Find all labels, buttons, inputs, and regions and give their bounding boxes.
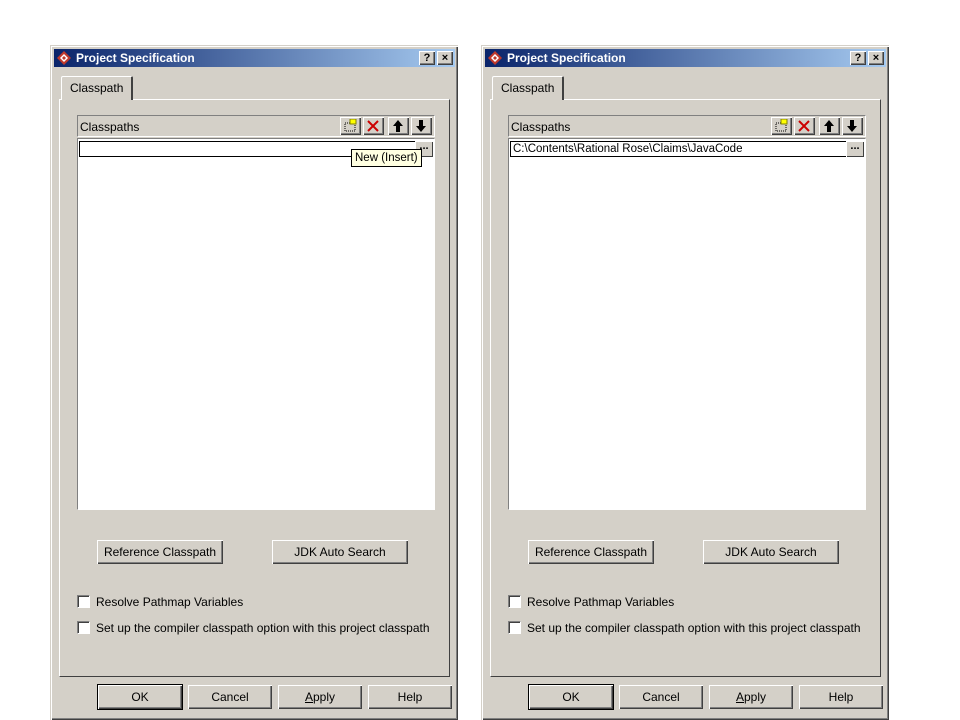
title-bar[interactable]: Project Specification ? ×: [485, 49, 886, 67]
move-up-button[interactable]: [388, 117, 409, 135]
delete-button[interactable]: [363, 117, 384, 135]
classpaths-header: Classpaths: [77, 115, 435, 137]
move-down-button[interactable]: [411, 117, 432, 135]
apply-button[interactable]: Apply: [709, 685, 793, 709]
classpaths-label: Classpaths: [80, 120, 140, 134]
apply-label: pply: [744, 690, 767, 704]
classpaths-header: Classpaths: [508, 115, 866, 137]
classpaths-label: Classpaths: [511, 120, 571, 134]
jdk-auto-search-button[interactable]: JDK Auto Search: [272, 540, 408, 564]
delete-icon: [798, 120, 810, 132]
move-down-button[interactable]: [842, 117, 863, 135]
arrow-down-icon: [847, 120, 857, 132]
help-title-button[interactable]: ?: [419, 51, 435, 65]
ok-button[interactable]: OK: [529, 685, 613, 709]
app-icon: [57, 51, 71, 65]
apply-mnemonic: A: [304, 690, 313, 704]
project-specification-dialog: Project Specification ? × Classpath Clas…: [50, 45, 458, 720]
close-button[interactable]: ×: [868, 51, 884, 65]
apply-button[interactable]: Apply: [278, 685, 362, 709]
help-button[interactable]: Help: [368, 685, 452, 709]
tab-classpath[interactable]: Classpath: [492, 76, 565, 100]
app-icon: [488, 51, 502, 65]
cancel-button[interactable]: Cancel: [619, 685, 703, 709]
classpath-list[interactable]: C:\Contents\Rational Rose\Claims\JavaCod…: [508, 138, 866, 510]
classpath-list[interactable]: ...: [77, 138, 435, 510]
tooltip: New (Insert): [351, 149, 422, 167]
new-insert-button[interactable]: [771, 117, 792, 135]
new-insert-button[interactable]: [340, 117, 361, 135]
new-item-icon: [775, 119, 788, 132]
browse-button[interactable]: ...: [846, 141, 864, 157]
project-specification-dialog: Project Specification ? × Classpath Clas…: [481, 45, 889, 720]
compiler-classpath-label: Set up the compiler classpath option wit…: [96, 621, 430, 635]
arrow-down-icon: [416, 120, 426, 132]
compiler-classpath-checkbox[interactable]: [508, 621, 521, 634]
apply-label: pply: [313, 690, 336, 704]
resolve-pathmap-label: Resolve Pathmap Variables: [96, 595, 244, 609]
new-item-icon: [344, 119, 357, 132]
resolve-pathmap-checkbox[interactable]: [508, 595, 521, 608]
delete-icon: [367, 120, 379, 132]
classpath-edit-field[interactable]: C:\Contents\Rational Rose\Claims\JavaCod…: [510, 141, 864, 157]
apply-mnemonic: A: [735, 690, 744, 704]
reference-classpath-button[interactable]: Reference Classpath: [528, 540, 654, 564]
arrow-up-icon: [824, 120, 834, 132]
classpath-value: C:\Contents\Rational Rose\Claims\JavaCod…: [513, 143, 743, 155]
reference-classpath-button[interactable]: Reference Classpath: [97, 540, 223, 564]
title-bar[interactable]: Project Specification ? ×: [54, 49, 455, 67]
resolve-pathmap-label: Resolve Pathmap Variables: [527, 595, 675, 609]
close-button[interactable]: ×: [437, 51, 453, 65]
compiler-classpath-label: Set up the compiler classpath option wit…: [527, 621, 861, 635]
window-title: Project Specification: [76, 51, 195, 65]
compiler-classpath-checkbox[interactable]: [77, 621, 90, 634]
delete-button[interactable]: [794, 117, 815, 135]
tab-classpath[interactable]: Classpath: [61, 76, 134, 100]
ok-button[interactable]: OK: [98, 685, 182, 709]
help-button[interactable]: Help: [799, 685, 883, 709]
move-up-button[interactable]: [819, 117, 840, 135]
resolve-pathmap-checkbox[interactable]: [77, 595, 90, 608]
cancel-button[interactable]: Cancel: [188, 685, 272, 709]
window-title: Project Specification: [507, 51, 626, 65]
help-title-button[interactable]: ?: [850, 51, 866, 65]
jdk-auto-search-button[interactable]: JDK Auto Search: [703, 540, 839, 564]
arrow-up-icon: [393, 120, 403, 132]
